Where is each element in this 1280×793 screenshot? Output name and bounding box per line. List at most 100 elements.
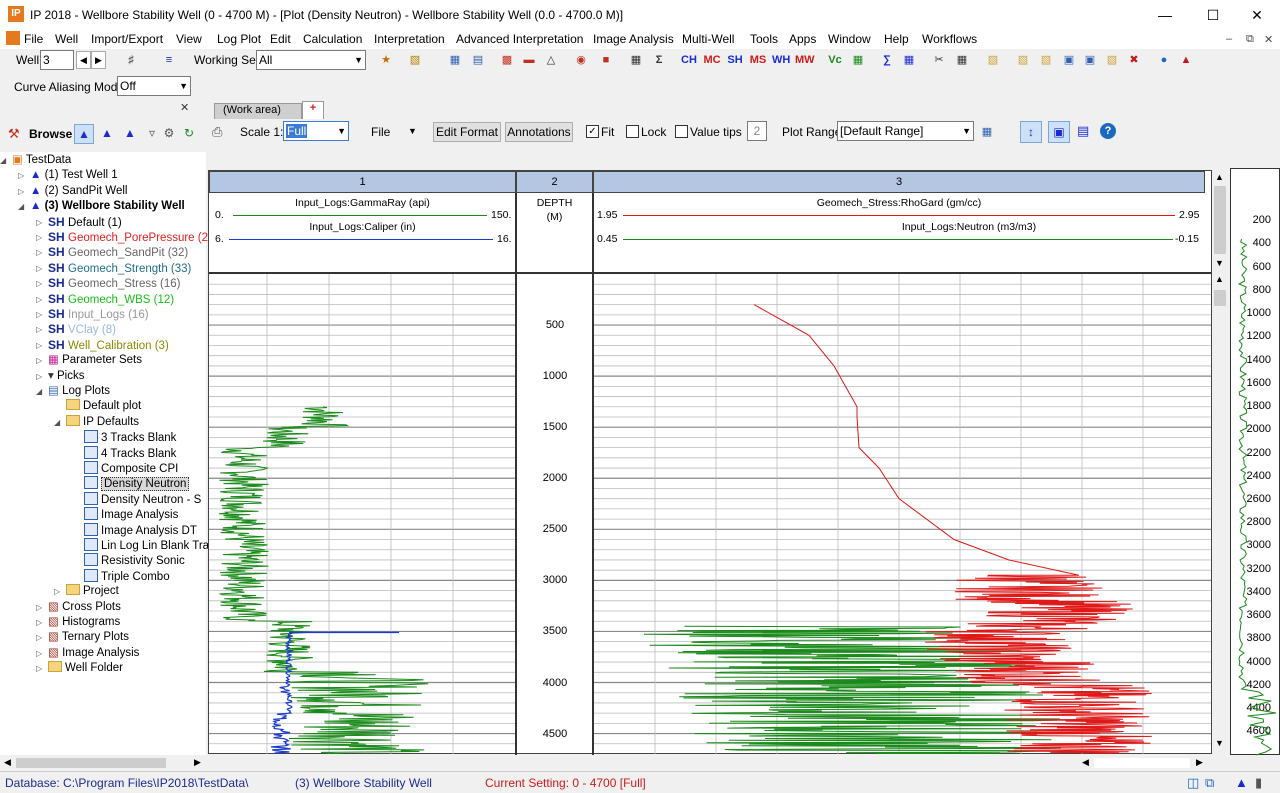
menu-image-analysis[interactable]: Image Analysis xyxy=(593,32,674,46)
menu-well[interactable]: Well xyxy=(55,32,78,46)
expand-toggle-icon[interactable]: ▷ xyxy=(36,295,42,304)
ms-icon[interactable]: MS xyxy=(749,51,767,69)
multiwell-icon[interactable]: ■ xyxy=(597,51,615,69)
expand-toggle-icon[interactable]: ◢ xyxy=(54,418,60,427)
globe-icon[interactable]: ● xyxy=(1155,51,1173,69)
open-folder-icon[interactable]: ▧ xyxy=(406,51,424,69)
edit-format-button[interactable]: Edit Format xyxy=(433,122,501,142)
track2-header[interactable]: 2 xyxy=(516,171,593,193)
menu-window[interactable]: Window xyxy=(828,32,871,46)
tree-item[interactable]: Well Folder xyxy=(48,661,123,676)
scroll-left-icon[interactable]: ◀ xyxy=(1082,757,1089,768)
tree-item[interactable]: Image Analysis xyxy=(84,507,178,522)
tree-item[interactable]: Lin Log Lin Blank Tra xyxy=(84,538,209,553)
scroll-right-icon[interactable]: ▶ xyxy=(1196,757,1203,768)
expand-toggle-icon[interactable]: ▷ xyxy=(18,171,24,180)
expand-toggle-icon[interactable]: ▷ xyxy=(36,248,42,257)
histogram-icon[interactable]: ▩ xyxy=(498,51,516,69)
working-set-select[interactable]: All ▼ xyxy=(256,50,366,70)
plot-grid2-icon[interactable]: ▤ xyxy=(469,51,487,69)
tree-item[interactable]: SH Input_Logs (16) xyxy=(48,307,149,322)
menu-help[interactable]: Help xyxy=(884,32,909,46)
browser-hscroll[interactable]: ◀ ▶ xyxy=(0,755,206,771)
tree-item[interactable]: Density Neutron xyxy=(84,476,190,492)
expand-toggle-icon[interactable]: ▷ xyxy=(36,664,42,673)
annotations-button[interactable]: Annotations xyxy=(505,122,573,142)
tree-item[interactable]: 3 Tracks Blank xyxy=(84,430,176,445)
tree-item[interactable]: ▧ Image Analysis xyxy=(48,646,139,661)
minimize-button[interactable]: — xyxy=(1142,0,1188,30)
mdi-minimize-button[interactable]: – xyxy=(1226,33,1232,45)
folder-icon[interactable]: ▧ xyxy=(984,51,1002,69)
delete-icon[interactable]: ✖ xyxy=(1125,51,1143,69)
expand-toggle-icon[interactable]: ▷ xyxy=(36,356,42,365)
menu-apps[interactable]: Apps xyxy=(789,32,816,46)
close-button[interactable]: ✕ xyxy=(1234,0,1280,30)
mc-icon[interactable]: MC xyxy=(703,51,721,69)
menu-advanced-interpretation[interactable]: Advanced Interpretation xyxy=(456,32,583,46)
tree-item[interactable]: ▧ Histograms xyxy=(48,615,120,630)
expand-toggle-icon[interactable]: ▷ xyxy=(36,310,42,319)
browser-close-icon[interactable]: ✕ xyxy=(180,101,189,114)
document-icon[interactable] xyxy=(6,31,20,45)
expand-toggle-icon[interactable]: ▷ xyxy=(36,649,42,658)
value-tips-checkbox[interactable] xyxy=(675,125,688,138)
tile-icon[interactable]: ◫ xyxy=(1187,775,1199,791)
ch-icon[interactable]: CH xyxy=(680,51,698,69)
filter-icon[interactable]: ▿ xyxy=(143,124,161,144)
formula-icon[interactable]: ∑ xyxy=(878,51,896,69)
mdi-close-button[interactable]: ✕ xyxy=(1264,33,1273,46)
menu-file[interactable]: File xyxy=(24,32,43,46)
body-scroll-thumb[interactable] xyxy=(1214,290,1226,306)
curve-aliasing-select[interactable]: Off ▼ xyxy=(117,76,191,96)
header-scroll-thumb[interactable] xyxy=(1214,186,1226,254)
plot-hscroll[interactable]: ◀ ▶ xyxy=(208,755,1212,771)
menu-interpretation[interactable]: Interpretation xyxy=(374,32,445,46)
expand-toggle-icon[interactable]: ▷ xyxy=(36,325,42,334)
zoom-track-icon[interactable]: ↕ xyxy=(1020,121,1042,143)
tree-item[interactable]: Resistivity Sonic xyxy=(84,553,185,568)
well-view-icon[interactable]: ▲ xyxy=(74,124,94,144)
expand-toggle-icon[interactable]: ▷ xyxy=(18,187,24,196)
tree-item[interactable]: ▲ (1) Test Well 1 xyxy=(30,168,118,183)
image-analysis-icon[interactable]: ◉ xyxy=(572,51,590,69)
data-grid-icon[interactable]: ▦ xyxy=(953,51,971,69)
menu-multi-well[interactable]: Multi-Well xyxy=(682,32,734,46)
walker-icon[interactable]: ★ xyxy=(377,51,395,69)
tree-item[interactable]: ▾ Picks xyxy=(48,369,84,384)
expand-toggle-icon[interactable]: ▷ xyxy=(54,587,60,596)
expand-toggle-icon[interactable]: ◢ xyxy=(36,387,42,396)
vclay-icon[interactable]: Vc xyxy=(826,51,844,69)
tree-item[interactable]: ▦ Parameter Sets xyxy=(48,353,142,368)
tree-item[interactable]: SH Geomech_WBS (12) xyxy=(48,292,174,307)
menu-import-export[interactable]: Import/Export xyxy=(91,32,163,46)
tree-item[interactable]: SH Geomech_Strength (33) xyxy=(48,261,191,276)
expand-toggle-icon[interactable]: ◢ xyxy=(0,156,6,165)
file-menu-button[interactable]: File xyxy=(371,125,390,139)
sum-icon[interactable]: Σ xyxy=(650,51,668,69)
tree-item[interactable]: SH VClay (8) xyxy=(48,322,116,337)
tab-add-button[interactable]: + xyxy=(302,101,324,119)
lock-checkbox[interactable] xyxy=(626,125,639,138)
well-number-input[interactable]: 3 xyxy=(40,50,74,70)
expand-toggle-icon[interactable]: ▷ xyxy=(36,633,42,642)
well-icon[interactable]: ♯ xyxy=(122,51,140,69)
expand-toggle-icon[interactable]: ▷ xyxy=(36,233,42,242)
tree-item[interactable]: Composite CPI xyxy=(84,461,178,476)
print-icon[interactable]: ⎙ xyxy=(212,124,222,140)
scroll-up-icon[interactable]: ▲ xyxy=(1215,172,1224,182)
tree-item[interactable]: 4 Tracks Blank xyxy=(84,445,176,461)
rig-icon[interactable]: ▲ xyxy=(1177,51,1195,69)
open2-icon[interactable]: ▧ xyxy=(1037,51,1055,69)
menu-edit[interactable]: Edit xyxy=(270,32,291,46)
plot-hscroll-track[interactable] xyxy=(1094,758,1190,768)
tab-work-area[interactable]: (Work area) xyxy=(214,103,302,119)
tree-item[interactable]: Triple Combo xyxy=(84,568,170,584)
wh-icon[interactable]: WH xyxy=(772,51,790,69)
tree-item[interactable]: ▣ TestData xyxy=(12,153,71,168)
track1-header[interactable]: 1 xyxy=(209,171,516,193)
cut-icon[interactable]: ✂ xyxy=(930,51,948,69)
value-tips-input[interactable]: 2 xyxy=(747,121,767,141)
mdi-restore-button[interactable]: ⧉ xyxy=(1246,33,1254,46)
scale-select[interactable]: Full ▼ xyxy=(283,121,349,141)
